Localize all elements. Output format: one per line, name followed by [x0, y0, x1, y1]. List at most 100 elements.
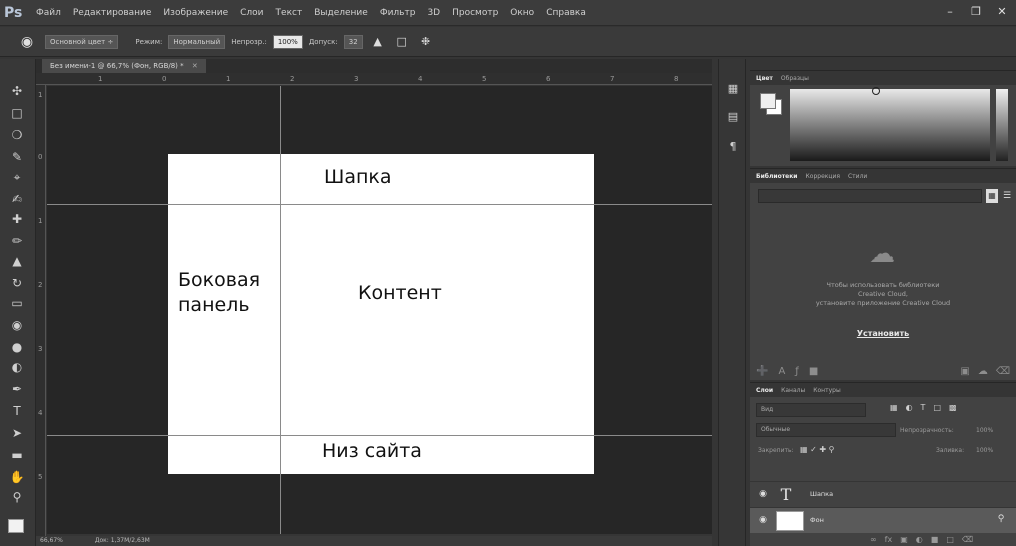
install-link[interactable]: Установить [770, 329, 996, 338]
menu-help[interactable]: Справка [540, 8, 592, 18]
add-character-style-icon[interactable]: A [778, 366, 785, 377]
folder-icon[interactable]: ■ [931, 535, 939, 544]
library-select[interactable] [758, 189, 982, 203]
horizontal-ruler[interactable]: 1 0 1 2 3 4 5 6 7 8 [36, 73, 712, 85]
doc-size[interactable]: Док: 1,37M/2,63M [95, 537, 150, 544]
blur-icon[interactable]: ● [6, 339, 28, 356]
hand-icon[interactable]: ✋ [6, 469, 28, 486]
layer-row[interactable]: ◉ Фон ⚲ [750, 507, 1016, 533]
mask-icon[interactable]: ▣ [900, 535, 908, 544]
horizontal-guide-bottom[interactable] [47, 435, 712, 436]
tab-swatches[interactable]: Образцы [781, 75, 809, 82]
zoom-level[interactable]: 66,67% [40, 537, 63, 544]
contiguous-icon[interactable]: □ [393, 34, 411, 50]
adjustment-icon[interactable]: ◐ [916, 535, 923, 544]
lock-icons[interactable]: ▦ ✓ ✚ ⚲ [800, 445, 834, 454]
tab-adjustments[interactable]: Коррекция [806, 173, 840, 180]
healing-icon[interactable]: ✚ [6, 211, 28, 228]
layer-filter-select[interactable]: Вид [756, 403, 866, 417]
filter-type-icon[interactable]: T [921, 403, 926, 412]
visibility-eye-icon[interactable]: ◉ [758, 489, 768, 499]
blend-mode-select[interactable]: Обычные [756, 423, 896, 437]
color-picker-handle[interactable] [872, 87, 880, 95]
crop-icon[interactable]: ⌖ [6, 169, 28, 186]
fx-icon[interactable]: fx [885, 535, 893, 544]
menu-filter[interactable]: Фильтр [374, 8, 422, 18]
document-tab[interactable]: Без имени-1 @ 66,7% (Фон, RGB/8) * ✕ [42, 59, 206, 73]
menu-edit[interactable]: Редактирование [67, 8, 158, 18]
layer-row[interactable]: ◉ T Шапка [750, 481, 1016, 507]
opacity-input[interactable]: 100% [272, 34, 303, 49]
link-icon[interactable]: ∞ [870, 535, 877, 544]
restore-button[interactable]: ❐ [966, 4, 986, 20]
filter-adjustment-icon[interactable]: ◐ [906, 403, 913, 412]
menu-window[interactable]: Окно [504, 8, 540, 18]
menu-view[interactable]: Просмотр [446, 8, 504, 18]
add-color-icon[interactable]: ■ [809, 366, 818, 377]
mode-select[interactable]: Нормальный [168, 34, 226, 49]
paint-bucket-icon[interactable]: ◉ [6, 317, 28, 334]
menu-image[interactable]: Изображение [157, 8, 234, 18]
anti-alias-icon[interactable]: ▲ [369, 34, 387, 50]
grid-view-icon[interactable]: ▦ [986, 189, 998, 203]
layer-fill-value[interactable]: 100% [976, 447, 993, 454]
layer-name[interactable]: Фон [810, 516, 824, 524]
menu-type[interactable]: Текст [270, 8, 309, 18]
add-graphic-icon[interactable]: ➕ [756, 366, 768, 377]
horizontal-guide-top[interactable] [47, 204, 712, 205]
history-brush-icon[interactable]: ↻ [6, 275, 28, 292]
eraser-icon[interactable]: ▭ [6, 295, 28, 312]
lasso-icon[interactable]: ❍ [6, 127, 28, 144]
sync-icon[interactable]: ☁ [978, 366, 988, 377]
document-canvas[interactable]: Шапка Боковая панель Контент Низ сайта [168, 154, 594, 474]
add-layer-style-icon[interactable]: ƒ [795, 366, 799, 377]
history-icon[interactable]: ▦ [725, 81, 741, 97]
vertical-guide[interactable] [280, 86, 281, 534]
menu-file[interactable]: Файл [30, 8, 67, 18]
properties-icon[interactable]: ▤ [725, 109, 741, 125]
minimize-button[interactable]: – [940, 4, 960, 20]
shape-icon[interactable]: ▬ [6, 447, 28, 464]
filter-pixel-icon[interactable]: ▦ [890, 403, 898, 412]
eyedropper-icon[interactable]: ✍ [6, 191, 28, 208]
move-icon[interactable]: ✣ [6, 83, 28, 100]
quick-select-icon[interactable]: ✎ [6, 149, 28, 166]
dodge-icon[interactable]: ◐ [6, 359, 28, 376]
layer-opacity-value[interactable]: 100% [976, 427, 993, 434]
paint-bucket-tool-icon[interactable]: ◉ [12, 31, 42, 53]
path-select-icon[interactable]: ➤ [6, 425, 28, 442]
menu-3d[interactable]: 3D [421, 8, 446, 18]
vertical-ruler[interactable]: 1 0 1 2 3 4 5 [36, 85, 46, 536]
color-fg-swatch[interactable] [760, 93, 776, 109]
tab-libraries[interactable]: Библиотеки [756, 173, 798, 180]
tab-paths[interactable]: Контуры [813, 387, 840, 394]
tolerance-input[interactable]: 32 [343, 34, 363, 49]
canvas-area[interactable]: Шапка Боковая панель Контент Низ сайта [47, 86, 712, 534]
type-icon[interactable]: T [6, 403, 28, 420]
layer-name[interactable]: Шапка [810, 490, 833, 498]
list-view-icon[interactable]: ☰ [1002, 189, 1012, 203]
delete-layer-icon[interactable]: ⌫ [962, 535, 973, 544]
fill-source-select[interactable]: Основной цвет ÷ [45, 34, 119, 49]
tab-color[interactable]: Цвет [756, 75, 773, 82]
filter-shape-icon[interactable]: □ [933, 403, 941, 412]
marquee-icon[interactable]: □ [6, 105, 28, 122]
lock-icon[interactable]: ⚲ [996, 514, 1006, 526]
tab-styles[interactable]: Стили [848, 173, 867, 180]
close-tab-icon[interactable]: ✕ [192, 62, 198, 70]
tab-channels[interactable]: Каналы [781, 387, 805, 394]
brush-icon[interactable]: ✏ [6, 233, 28, 250]
all-layers-icon[interactable]: ❉ [417, 34, 435, 50]
foreground-color-swatch[interactable] [8, 519, 24, 533]
color-slider[interactable] [996, 89, 1008, 161]
trash-icon[interactable]: ⌫ [996, 366, 1010, 377]
menu-select[interactable]: Выделение [308, 8, 374, 18]
stamp-icon[interactable]: ▲ [6, 253, 28, 270]
close-button[interactable]: ✕ [992, 4, 1012, 20]
character-icon[interactable]: ¶ [725, 139, 741, 155]
color-field[interactable] [790, 87, 990, 161]
new-layer-icon[interactable]: □ [946, 535, 954, 544]
menu-layers[interactable]: Слои [234, 8, 269, 18]
filter-smart-icon[interactable]: ▩ [949, 403, 957, 412]
visibility-eye-icon[interactable]: ◉ [758, 515, 768, 525]
